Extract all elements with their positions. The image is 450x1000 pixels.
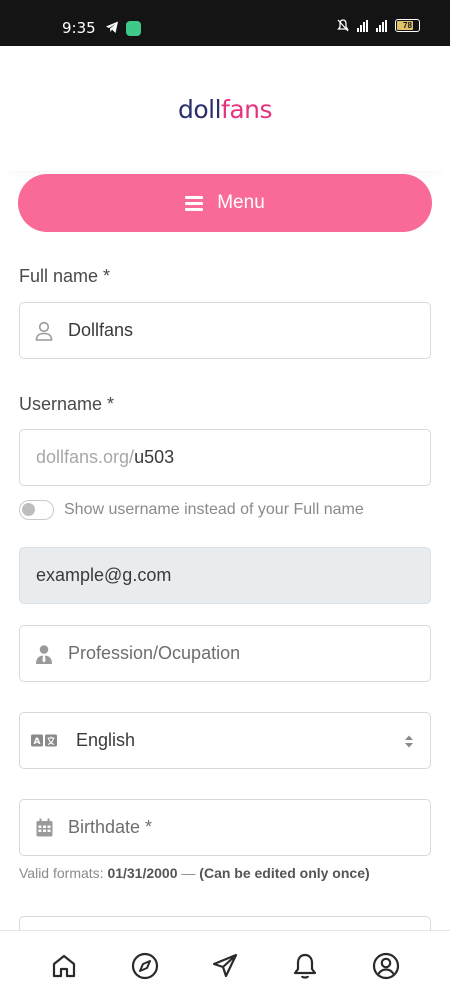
email-value: example@g.com [36,565,172,585]
network-icon [357,19,368,32]
username-value: u503 [134,447,175,467]
birthdate-help-text: Valid formats: 01/31/2000 — (Can be edit… [19,865,370,881]
send-icon[interactable] [210,951,240,981]
clock: 9:35 [62,19,96,37]
svg-text:A: A [34,737,41,747]
calendar-icon [20,818,68,837]
birthdate-input[interactable]: Birthdate * [19,799,431,856]
dollfans-logo[interactable]: dollfans [178,95,273,124]
show-username-toggle-row: Show username instead of your Full name [19,500,364,520]
home-icon[interactable] [49,951,79,981]
show-username-toggle-label: Show username instead of your Full name [64,501,364,518]
username-input[interactable]: dollfans.org/u503 [19,429,431,486]
select-arrows-icon [405,735,413,748]
profession-input[interactable]: Profession/Ocupation [19,625,431,682]
translate-icon: A [20,734,68,748]
bottom-nav [0,930,450,1000]
birthdate-placeholder: Birthdate * [68,817,153,837]
full-name-label: Full name * [19,266,111,286]
user-icon [20,321,68,341]
telegram-icon [106,21,118,33]
battery-icon: 78 [395,19,420,32]
username-prefix: dollfans.org/ [36,447,135,467]
account-icon[interactable] [371,951,401,981]
site-header: dollfans [0,46,450,171]
hamburger-icon [185,195,204,211]
username-label: Username * [19,394,115,414]
show-username-toggle[interactable] [19,500,54,520]
email-field: example@g.com [19,547,431,604]
status-bar: 9:35 78 [0,0,450,46]
person-tie-icon [20,644,68,664]
compass-icon[interactable] [130,951,160,981]
language-select[interactable]: A English [19,712,431,769]
profession-placeholder: Profession/Ocupation [68,643,241,663]
phone-app-icon [126,21,141,36]
bell-icon[interactable] [290,951,320,981]
menu-button[interactable]: Menu [18,174,432,232]
full-name-input[interactable]: Dollfans [19,302,431,359]
full-name-value: Dollfans [68,320,134,340]
language-value: English [76,730,136,750]
signal-icon [376,19,387,32]
mute-icon [337,19,349,32]
menu-label: Menu [217,192,265,213]
